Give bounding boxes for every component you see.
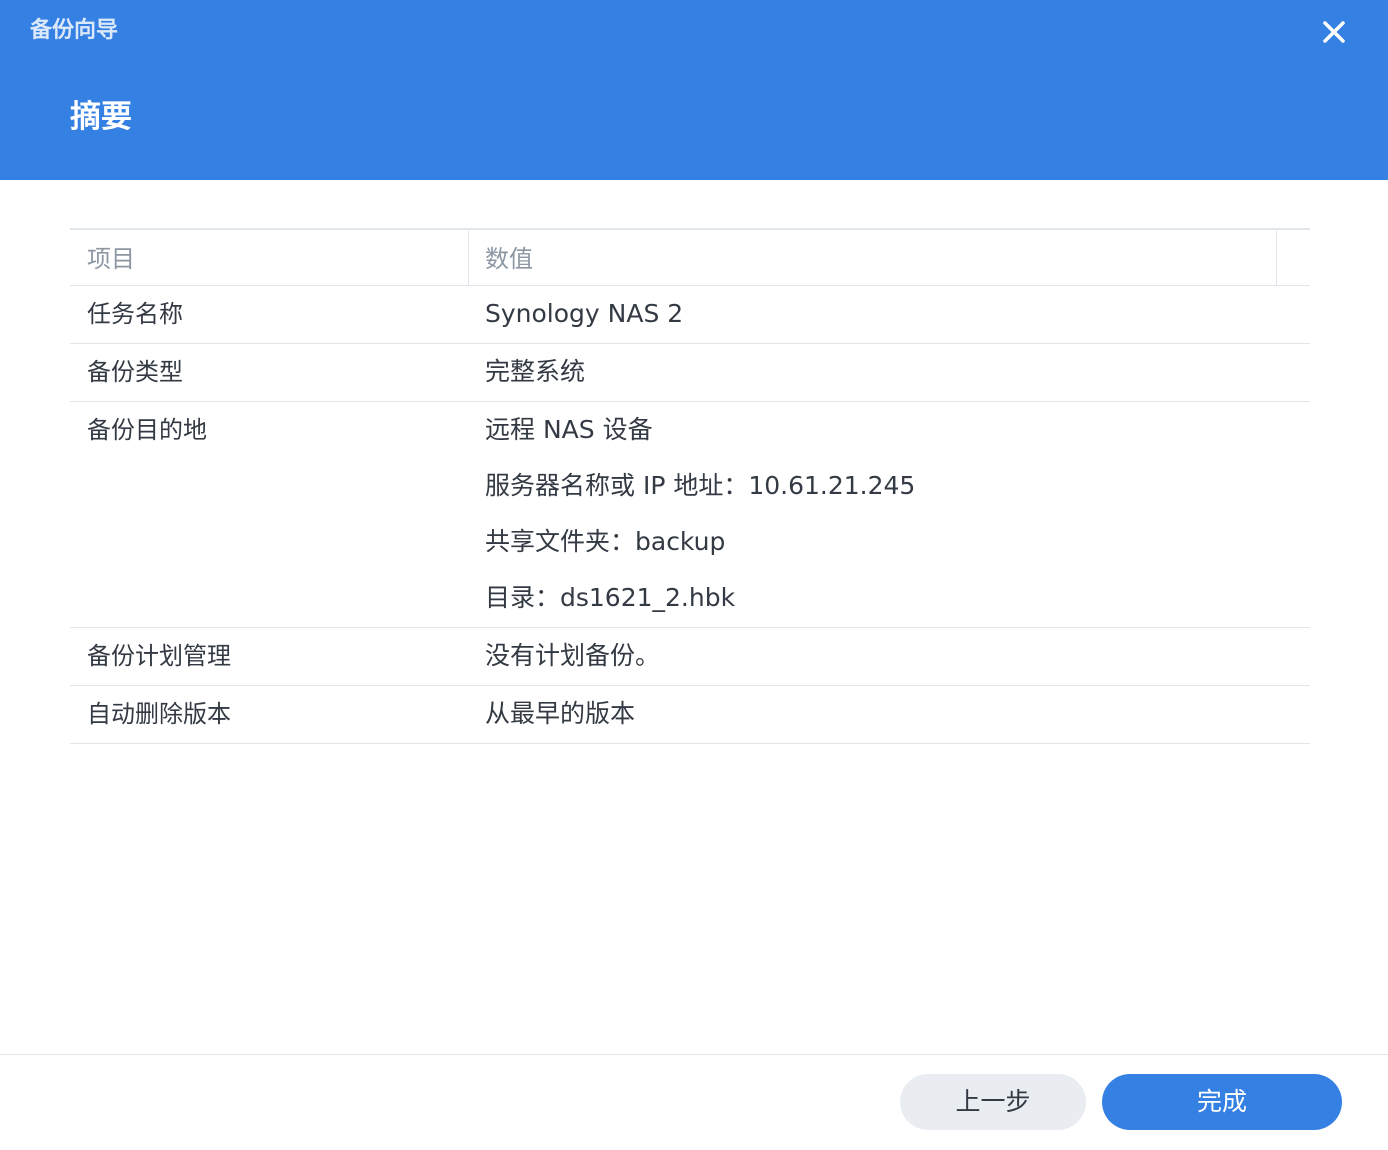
row-key: 自动删除版本 (87, 700, 231, 728)
summary-table: 项目 数值 任务名称 Synology NAS 2 备份类型 完整系统 备份目的… (70, 228, 1310, 744)
table-row: 备份目的地 远程 NAS 设备 服务器名称或 IP 地址：10.61.21.24… (70, 402, 1310, 628)
row-value: Synology NAS 2 (485, 299, 684, 328)
row-key: 任务名称 (87, 300, 183, 328)
row-value: 远程 NAS 设备 (485, 415, 653, 444)
column-header-item[interactable]: 项目 (70, 230, 469, 286)
close-icon (1323, 21, 1345, 43)
column-header-value[interactable]: 数值 (469, 230, 1277, 286)
table-row: 自动删除版本 从最早的版本 (70, 686, 1310, 744)
table-header: 项目 数值 (70, 228, 1310, 286)
table-row: 备份计划管理 没有计划备份。 (70, 628, 1310, 686)
row-value: 从最早的版本 (485, 699, 636, 728)
row-value: 服务器名称或 IP 地址：10.61.21.245 (485, 471, 916, 500)
backup-wizard-dialog: 备份向导 摘要 项目 数值 任务名称 Synology NAS 2 备份类型 完… (0, 0, 1388, 1150)
row-value: 共享文件夹：backup (485, 527, 726, 556)
close-button[interactable] (1314, 12, 1354, 52)
row-value: 没有计划备份。 (485, 641, 661, 670)
table-row: 任务名称 Synology NAS 2 (70, 286, 1310, 344)
row-key: 备份目的地 (87, 416, 207, 444)
row-value: 目录：ds1621_2.hbk (485, 583, 736, 612)
row-key: 备份计划管理 (87, 642, 231, 670)
table-row: 备份类型 完整系统 (70, 344, 1310, 402)
row-key: 备份类型 (87, 358, 183, 386)
window-title: 备份向导 (30, 18, 119, 43)
page-title: 摘要 (70, 99, 132, 135)
footer-divider (0, 1054, 1388, 1055)
back-button[interactable]: 上一步 (900, 1074, 1086, 1130)
dialog-header: 备份向导 摘要 (0, 0, 1388, 180)
finish-button[interactable]: 完成 (1102, 1074, 1342, 1130)
row-value: 完整系统 (485, 357, 586, 386)
